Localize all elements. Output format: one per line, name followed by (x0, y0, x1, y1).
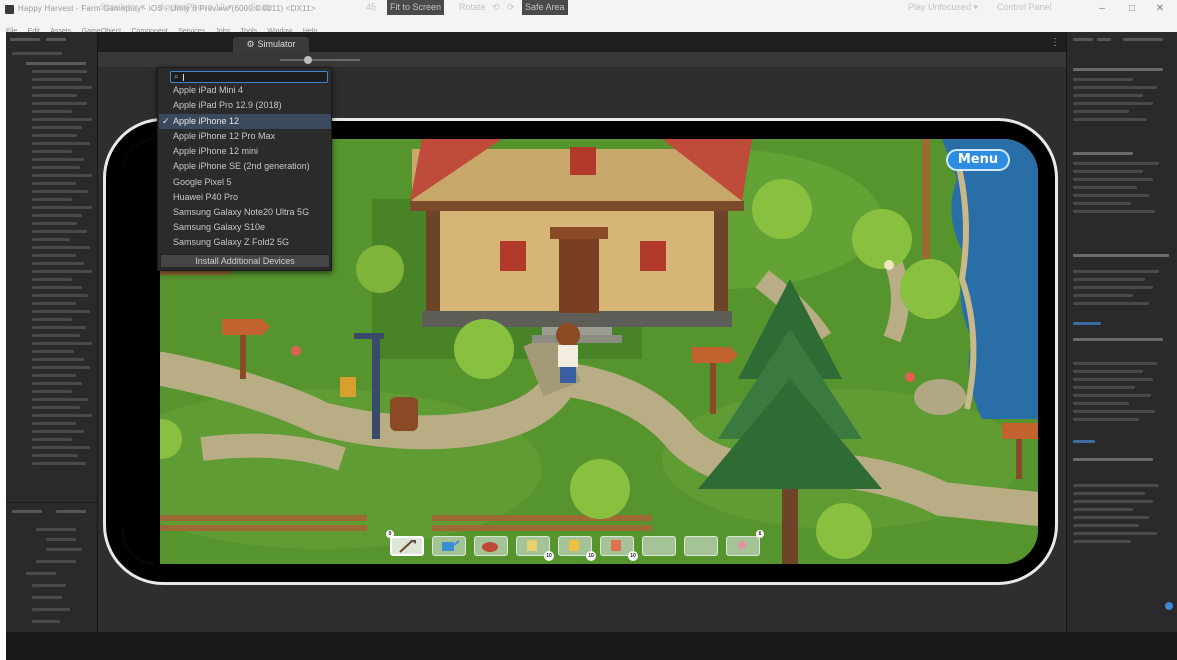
hoe-icon (399, 540, 416, 553)
maximize-icon[interactable]: □ (1124, 3, 1140, 14)
device-option-label: Apple iPhone 12 (173, 116, 240, 126)
device-dropdown-menu: ⌕ Apple iPad Mini 4 Apple iPad Pro 12.9 … (157, 67, 332, 271)
slot-quantity: 10 (544, 551, 554, 561)
fit-to-screen-button[interactable]: Fit to Screen (387, 0, 445, 15)
device-option-label: Google Pixel 5 (173, 177, 232, 187)
game-menu-button[interactable]: Menu (946, 149, 1010, 171)
rotate-right-icon[interactable]: ⟳ (507, 0, 515, 15)
close-icon[interactable]: ✕ (1152, 3, 1168, 14)
device-option[interactable]: Apple iPad Pro 12.9 (2018) (159, 98, 331, 113)
device-option[interactable]: Samsung Galaxy Note20 Ultra 5G (159, 205, 331, 220)
menu-bar: File Edit Assets GameObject Component Se… (0, 20, 1177, 35)
seed-packet-icon (527, 540, 537, 551)
device-option-label: Apple iPad Mini 4 (173, 85, 244, 95)
device-option[interactable]: Apple iPhone SE (2nd generation) (159, 159, 331, 174)
device-dropdown[interactable]: Apple iPhone 12 ▾ (159, 0, 232, 15)
hotbar-slot-seeds-3[interactable]: 10 (600, 536, 638, 561)
watering-can-icon (442, 540, 460, 551)
inventory-hotbar: 0 10 10 10 6 (386, 530, 770, 561)
device-option-label: Samsung Galaxy S10e (173, 222, 266, 232)
flower-icon (738, 541, 746, 549)
tab-simulator-label: Simulator (257, 39, 296, 49)
device-option-selected[interactable]: ✓ Apple iPhone 12 (159, 114, 331, 129)
simulator-icon: ⚙ (246, 39, 255, 49)
hotbar-slot-seeds-2[interactable]: 10 (558, 536, 596, 561)
hotbar-slot-flower[interactable] (726, 536, 760, 556)
scale-slider-thumb[interactable] (304, 56, 312, 64)
more-options-icon[interactable]: ⋮ (1050, 37, 1060, 48)
device-option-label: Apple iPhone 12 Pro Max (173, 131, 276, 141)
hotbar-slot-empty-2[interactable] (684, 536, 718, 556)
device-option-label: Huawei P40 Pro (173, 192, 239, 202)
device-option-label: Apple iPhone SE (2nd generation) (173, 161, 310, 171)
control-panel-button[interactable]: Control Panel (997, 0, 1052, 15)
text-caret (183, 74, 184, 81)
simulator-toolbar (98, 52, 1066, 67)
device-option[interactable]: Samsung Galaxy S10e (159, 220, 331, 235)
seed-packet-icon (611, 540, 621, 551)
checkmark-icon: ✓ (162, 116, 170, 126)
tutorial-panel (1066, 32, 1177, 632)
status-bar (6, 632, 1177, 660)
tab-simulator[interactable]: ⚙ Simulator (233, 37, 309, 52)
hotbar-slot-watering-can[interactable] (432, 536, 466, 556)
mode-dropdown[interactable]: Simulator ▾ (100, 0, 145, 15)
device-option[interactable]: Apple iPad Mini 4 (159, 83, 331, 98)
device-option-label: Samsung Galaxy Note20 Ultra 5G (173, 207, 310, 217)
scale-label: Scale (250, 2, 273, 12)
device-option[interactable]: Apple iPhone 12 Pro Max (159, 129, 331, 144)
scale-value: 45 (366, 2, 377, 12)
device-search-input[interactable]: ⌕ (170, 71, 328, 83)
hotbar-right-badge: 6 (756, 530, 764, 538)
rotate-label: Rotate (459, 2, 486, 12)
hotbar-slot-basket[interactable] (474, 536, 508, 556)
device-option[interactable]: Apple iPhone 12 mini (159, 144, 331, 159)
slot-quantity: 10 (628, 551, 638, 561)
unity-logo-icon (5, 5, 14, 14)
device-option[interactable]: Samsung Galaxy Z Fold2 5G (159, 235, 331, 250)
hotbar-slot-hoe[interactable] (390, 536, 424, 556)
hotbar-slot-empty-1[interactable] (642, 536, 676, 556)
slot-quantity: 10 (586, 551, 596, 561)
minimize-icon[interactable]: – (1094, 3, 1110, 14)
device-option[interactable]: Google Pixel 5 (159, 175, 331, 190)
basket-icon (482, 542, 498, 552)
device-option-label: Apple iPad Pro 12.9 (2018) (173, 100, 282, 110)
device-option[interactable]: Huawei P40 Pro (159, 190, 331, 205)
hotbar-slot-seeds-1[interactable]: 10 (516, 536, 554, 561)
safe-area-toggle[interactable]: Safe Area (522, 0, 568, 15)
device-option-label: Samsung Galaxy Z Fold2 5G (173, 237, 290, 247)
scale-slider[interactable] (280, 59, 360, 61)
dynamic-island (122, 153, 150, 453)
hierarchy-panel (6, 32, 98, 632)
device-option-label: Apple iPhone 12 mini (173, 146, 259, 156)
rotate-left-icon[interactable]: ⟲ (492, 0, 500, 15)
search-icon: ⌕ (174, 72, 179, 81)
install-additional-devices-button[interactable]: Install Additional Devices (160, 254, 330, 268)
seed-packet-icon (569, 540, 579, 551)
play-focus-dropdown[interactable]: Play Unfocused ▾ (908, 0, 978, 15)
